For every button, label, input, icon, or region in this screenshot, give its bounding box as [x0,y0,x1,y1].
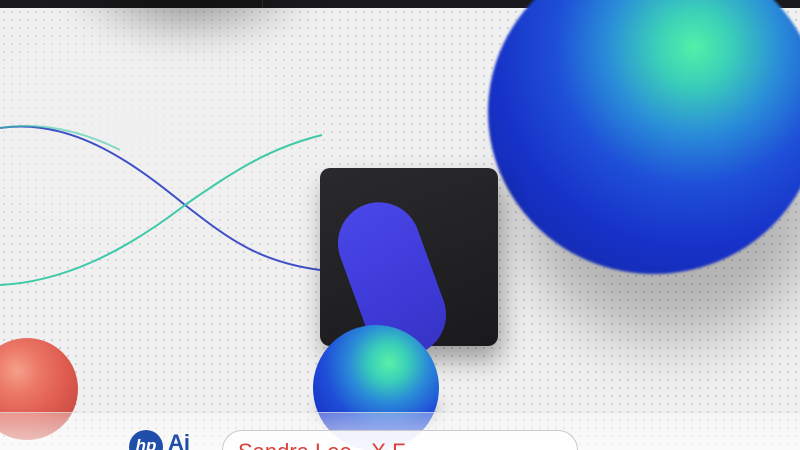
wave-blue [0,134,323,286]
caption-text: Sandra Lee - X F... [238,437,558,450]
ai-logo: Ai [168,430,190,450]
wave-teal-start [0,125,121,151]
wave-teal [0,125,321,271]
scene: hp Ai Sandra Lee - X F... [0,0,800,450]
